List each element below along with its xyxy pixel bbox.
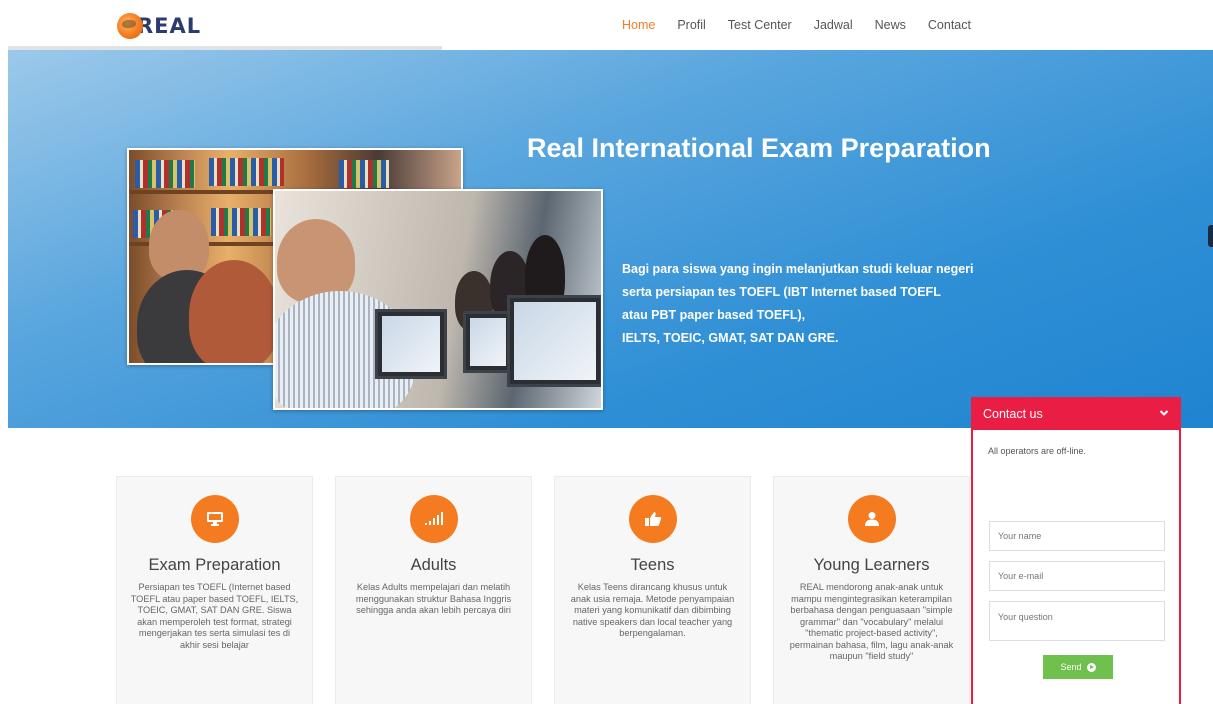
card-text: Kelas Teens dirancang khusus untuk anak … [570, 582, 735, 638]
hero-text-line: IELTS, TOEIC, GMAT, SAT DAN GRE. [622, 331, 839, 345]
contact-header-label: Contact us [983, 407, 1043, 421]
card-title: Exam Preparation [148, 556, 281, 574]
nav-jadwal[interactable]: Jadwal [814, 18, 853, 32]
globe-logo-icon [117, 13, 143, 39]
bookshelf-books [209, 158, 284, 186]
computer-monitor [463, 311, 513, 373]
card-text: Kelas Adults mempelajari dan melatih men… [355, 582, 512, 615]
card-title: Teens [630, 556, 675, 574]
card-teens: Teens Kelas Teens dirancang khusus untuk… [554, 476, 751, 704]
hero-text-line: atau PBT paper based TOEFL), [622, 308, 806, 322]
card-adults: Adults Kelas Adults mempelajari dan mela… [335, 476, 532, 704]
nav-contact[interactable]: Contact [928, 18, 971, 32]
card-young-learners: Young Learners REAL mendorong anak-anak … [773, 476, 970, 704]
name-input[interactable] [989, 521, 1165, 551]
signal-bars-icon [410, 495, 458, 543]
hero-title: Real International Exam Preparation [527, 133, 991, 163]
contact-widget-header[interactable]: Contact us [971, 397, 1181, 430]
student-figure [189, 260, 279, 363]
contact-widget: Contact us All operators are off-line. S… [971, 397, 1181, 704]
site-logo[interactable]: REAL [117, 12, 201, 40]
main-nav: Home Profil Test Center Jadwal News Cont… [622, 18, 971, 32]
operator-status: All operators are off-line. [988, 446, 1086, 456]
card-text: REAL mendorong anak-anak untuk mampu men… [789, 582, 954, 661]
arrow-circle-icon [1086, 662, 1096, 672]
nav-profil[interactable]: Profil [677, 18, 705, 32]
card-text: Persiapan tes TOEFL (Internet based TOEF… [130, 582, 299, 650]
student-figure [149, 210, 209, 280]
computer-monitor [507, 295, 601, 387]
send-button-label: Send [1060, 662, 1082, 672]
chevron-down-icon[interactable] [1159, 407, 1169, 420]
hero-banner: Real International Exam Preparation Bagi… [8, 50, 1213, 428]
site-header: REAL Home Profil Test Center Jadwal News… [0, 0, 1213, 50]
card-title: Adults [410, 556, 457, 574]
logo-text: REAL [137, 14, 202, 38]
hero-text-line: serta persiapan tes TOEFL (IBT Internet … [622, 285, 941, 299]
nav-news[interactable]: News [875, 18, 906, 32]
computer-lab-photo [273, 189, 603, 410]
side-scroll-tab[interactable] [1208, 225, 1213, 247]
card-exam-preparation: Exam Preparation Persiapan tes TOEFL (In… [116, 476, 313, 704]
user-icon [848, 495, 896, 543]
card-title: Young Learners [813, 556, 930, 574]
thumbs-up-icon [629, 495, 677, 543]
hero-description: Bagi para siswa yang ingin melanjutkan s… [622, 258, 992, 350]
bookshelf-books [211, 208, 271, 236]
monitor-icon [191, 495, 239, 543]
question-textarea[interactable] [989, 601, 1165, 641]
send-button[interactable]: Send [1043, 655, 1113, 679]
hero-text-line: Bagi para siswa yang ingin melanjutkan s… [622, 262, 974, 276]
bookshelf-books [135, 160, 195, 188]
nav-test-center[interactable]: Test Center [728, 18, 792, 32]
computer-monitor [375, 309, 447, 379]
bookshelf-books [339, 160, 389, 188]
email-input[interactable] [989, 561, 1165, 591]
nav-home[interactable]: Home [622, 18, 655, 32]
